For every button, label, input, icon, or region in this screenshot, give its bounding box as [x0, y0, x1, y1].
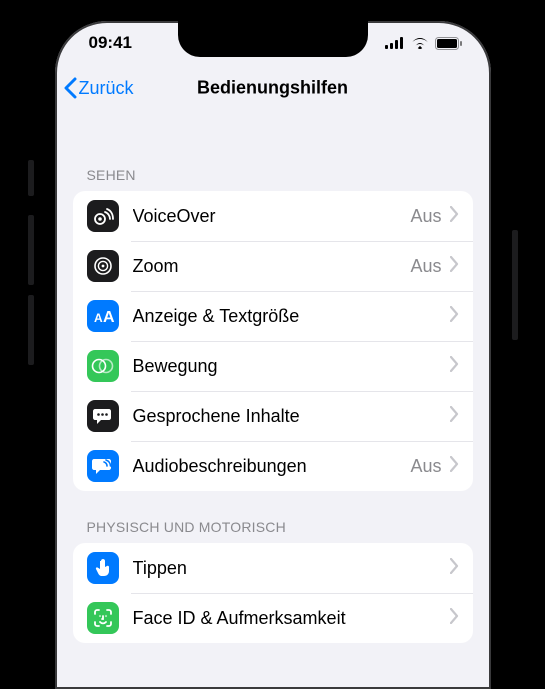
list-vision: VoiceOver Aus Zoom Aus AA Anzeige & Text…: [73, 191, 473, 491]
row-label: Face ID & Aufmerksamkeit: [133, 608, 442, 629]
page-title: Bedienungshilfen: [197, 78, 348, 99]
row-voiceover[interactable]: VoiceOver Aus: [73, 191, 473, 241]
wifi-icon: [411, 37, 429, 49]
face-id-icon: [87, 602, 119, 634]
chevron-right-icon: [450, 406, 459, 427]
zoom-icon: [87, 250, 119, 282]
section-header-vision: Sehen: [73, 111, 473, 191]
chevron-right-icon: [450, 456, 459, 477]
row-label: Audiobeschreibungen: [133, 456, 411, 477]
voiceover-icon: [87, 200, 119, 232]
status-time: 09:41: [89, 33, 132, 53]
chevron-right-icon: [450, 306, 459, 327]
touch-icon: [87, 552, 119, 584]
navigation-bar: Zurück Bedienungshilfen: [55, 65, 491, 111]
back-label: Zurück: [79, 78, 134, 99]
audio-descriptions-icon: [87, 450, 119, 482]
row-label: Anzeige & Textgröße: [133, 306, 442, 327]
cellular-icon: [385, 37, 405, 49]
row-value: Aus: [410, 456, 441, 477]
row-label: Gesprochene Inhalte: [133, 406, 442, 427]
row-zoom[interactable]: Zoom Aus: [73, 241, 473, 291]
chevron-right-icon: [450, 206, 459, 227]
row-face-id[interactable]: Face ID & Aufmerksamkeit: [73, 593, 473, 643]
row-label: Zoom: [133, 256, 411, 277]
textsize-icon: AA: [87, 300, 119, 332]
row-touch[interactable]: Tippen: [73, 543, 473, 593]
row-value: Aus: [410, 206, 441, 227]
row-label: Tippen: [133, 558, 442, 579]
row-value: Aus: [410, 256, 441, 277]
notch: [178, 19, 368, 57]
row-spoken-content[interactable]: Gesprochene Inhalte: [73, 391, 473, 441]
row-motion[interactable]: Bewegung: [73, 341, 473, 391]
phone-frame: 09:41 Zurück Bedienungshilfen Sehen: [43, 9, 503, 689]
chevron-right-icon: [450, 356, 459, 377]
chevron-right-icon: [450, 256, 459, 277]
content-scroll[interactable]: Sehen VoiceOver Aus Zoom Aus: [55, 111, 491, 689]
battery-icon: [435, 37, 463, 50]
chevron-right-icon: [450, 558, 459, 579]
svg-text:A: A: [103, 309, 115, 325]
list-physical: Tippen Face ID & Aufmerksamkeit: [73, 543, 473, 643]
back-button[interactable]: Zurück: [63, 77, 134, 99]
row-label: Bewegung: [133, 356, 442, 377]
row-audio-descriptions[interactable]: Audiobeschreibungen Aus: [73, 441, 473, 491]
section-header-physical: Physisch und motorisch: [73, 491, 473, 543]
row-label: VoiceOver: [133, 206, 411, 227]
chevron-right-icon: [450, 608, 459, 629]
row-display-text-size[interactable]: AA Anzeige & Textgröße: [73, 291, 473, 341]
speech-icon: [87, 400, 119, 432]
motion-icon: [87, 350, 119, 382]
svg-text:A: A: [94, 311, 103, 325]
